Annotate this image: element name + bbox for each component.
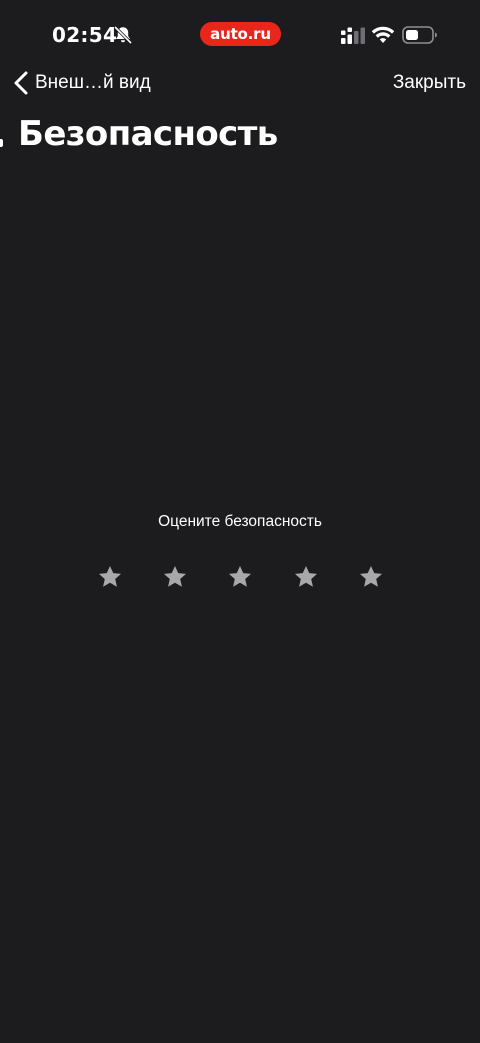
chevron-left-icon bbox=[14, 71, 28, 95]
star-1-button[interactable] bbox=[93, 560, 127, 594]
star-icon bbox=[163, 565, 187, 587]
star-icon bbox=[359, 565, 383, 587]
star-2-button[interactable] bbox=[158, 560, 192, 594]
wifi-icon bbox=[371, 26, 395, 43]
cellular-signal-icon bbox=[341, 27, 365, 44]
close-button[interactable]: Закрыть bbox=[393, 66, 466, 100]
status-bar: 02:54 auto.ru bbox=[0, 0, 480, 66]
status-time: 02:54 bbox=[52, 23, 118, 47]
bell-slash-icon bbox=[114, 26, 132, 44]
star-4-button[interactable] bbox=[289, 560, 323, 594]
back-button-label: Внеш…й вид bbox=[35, 72, 151, 93]
edge-indicator bbox=[0, 139, 3, 147]
rating-prompt: Оцените безопасность bbox=[158, 513, 322, 530]
page-title: Безопасность bbox=[18, 114, 278, 154]
star-icon bbox=[228, 565, 252, 587]
battery-icon bbox=[402, 26, 437, 44]
star-icon bbox=[98, 565, 122, 587]
star-rating bbox=[0, 560, 480, 594]
back-button[interactable]: Внеш…й вид bbox=[12, 66, 151, 100]
star-icon bbox=[294, 565, 318, 587]
star-5-button[interactable] bbox=[354, 560, 388, 594]
star-3-button[interactable] bbox=[223, 560, 257, 594]
brand-logo[interactable]: auto.ru bbox=[200, 22, 281, 46]
